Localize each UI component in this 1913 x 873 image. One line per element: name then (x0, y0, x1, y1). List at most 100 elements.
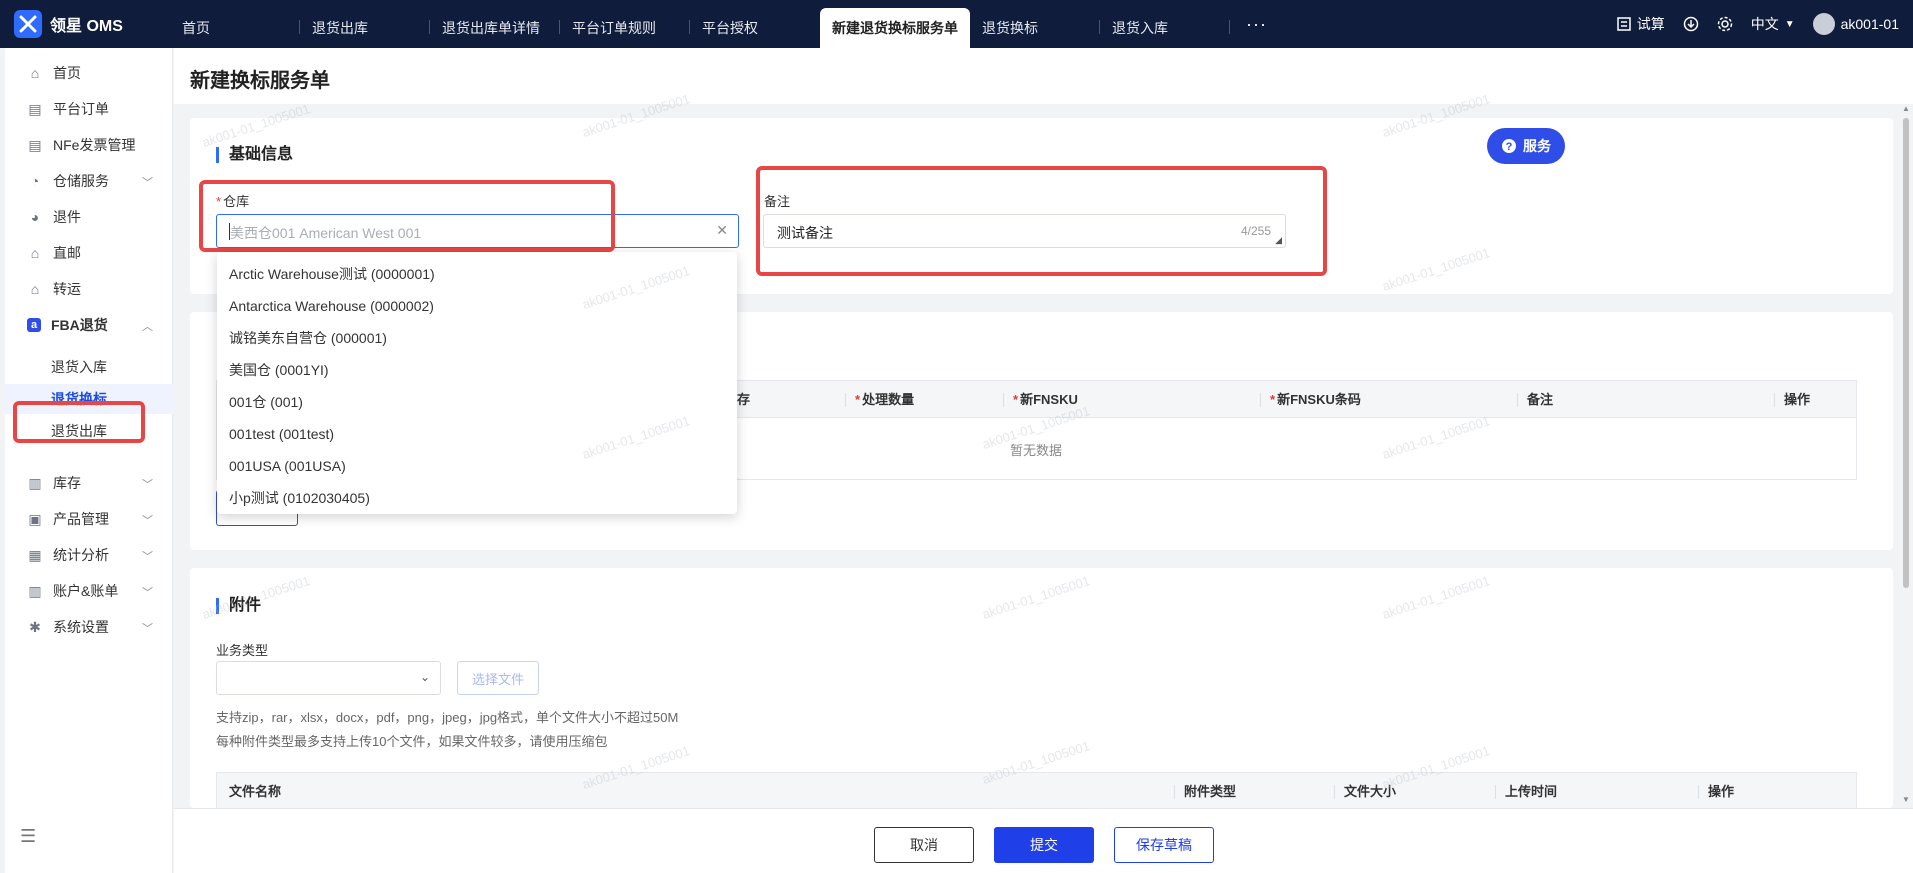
col-upload-time: 上传时间 (1495, 773, 1557, 811)
sidebar-item[interactable]: ▤ NFe发票管理 (5, 128, 173, 162)
app-logo[interactable]: 领星 OMS (14, 10, 123, 38)
highlight-remark (756, 166, 1327, 276)
warehouse-dropdown: Arctic Warehouse测试 (0000001) Antarctica W… (217, 252, 737, 514)
page-scrollbar[interactable]: ▲ ▼ (1902, 104, 1910, 804)
sidebar-item[interactable]: ▣ 产品管理 ﹀ (5, 502, 173, 536)
service-button[interactable]: ? 服务 (1487, 128, 1565, 164)
sidebar-item[interactable]: ⌂ 首页 (5, 56, 173, 90)
basic-info-title: 基础信息 (216, 147, 293, 163)
sidebar-item[interactable]: ⌂ 直邮 (5, 236, 173, 270)
svg-text:?: ? (1506, 141, 1513, 153)
sidebar-item-label: 退件 (53, 209, 81, 225)
warehouse-option[interactable]: 001USA (001USA) (217, 450, 737, 482)
sidebar-item-label: 仓储服务 (53, 173, 109, 189)
tab-label: 退货换标 (982, 20, 1038, 36)
warehouse-option[interactable]: 001test (001test) (217, 418, 737, 450)
sidebar-item-label: FBA退货 (51, 317, 108, 333)
chevron-down-icon: ﹀ (142, 479, 153, 491)
calculator-icon (1616, 17, 1631, 31)
save-draft-button[interactable]: 保存草稿 (1114, 827, 1214, 863)
transfer-icon: ⌂ (30, 281, 40, 297)
sidebar-item[interactable]: ◕ 退件 (5, 200, 173, 234)
warehouse-option[interactable]: Antarctica Warehouse (0000002) (217, 290, 737, 322)
return-icon: ◕ (30, 209, 40, 225)
warehouse-icon: ◔ (30, 173, 40, 189)
user-menu[interactable]: ak001-01 (1812, 13, 1899, 35)
tab-item[interactable]: 平台授权 (690, 0, 820, 48)
settings-button[interactable] (1717, 16, 1733, 32)
warehouse-option[interactable]: 小p测试 (0102030405) (217, 482, 737, 514)
caret-down-icon: ▼ (1784, 18, 1795, 30)
scroll-up-icon[interactable]: ▲ (1902, 104, 1910, 113)
col-attachment-type: 附件类型 (1174, 773, 1236, 811)
tab-label: 退货入库 (1112, 20, 1168, 36)
home-icon: ⌂ (30, 65, 40, 81)
sidebar-item[interactable]: ▤ 平台订单 (5, 92, 173, 126)
sidebar-item[interactable]: ▥ 账户&账单 ﹀ (5, 574, 173, 608)
tab-item[interactable]: 退货出库单详情 (430, 0, 560, 48)
collapse-menu-icon[interactable]: ☰ (20, 826, 36, 847)
chevron-down-icon: ﹀ (142, 623, 153, 635)
clear-icon[interactable]: ✕ (716, 222, 728, 239)
warehouse-option[interactable]: Arctic Warehouse测试 (0000001) (217, 258, 737, 290)
warehouse-option[interactable]: 001仓 (001) (217, 386, 737, 418)
col-stock: 存 (737, 392, 751, 407)
sidebar-item[interactable]: ◔ 仓储服务 ﹀ (5, 164, 173, 198)
tab-item[interactable]: 首页 (170, 0, 300, 48)
order-icon: ▤ (28, 100, 42, 117)
col-action: 操作 (1774, 381, 1810, 419)
trial-calc-label: 试算 (1636, 16, 1665, 32)
tab-item[interactable]: 退货入库 (1100, 0, 1230, 48)
sidebar-item-label: 直邮 (53, 245, 81, 261)
attachments-table-header: 文件名称 附件类型 文件大小 上传时间 操作 (216, 772, 1857, 810)
more-tabs-button[interactable]: ··· (1230, 0, 1283, 48)
trial-calc-button[interactable]: 试算 (1616, 14, 1665, 34)
submit-button[interactable]: 提交 (994, 827, 1094, 863)
business-type-select[interactable]: ⌄ (216, 661, 441, 695)
sidebar-item[interactable]: ▥ 库存 ﹀ (5, 466, 173, 500)
chart-icon: ▦ (28, 546, 42, 563)
sidebar-item[interactable]: a FBA退货 ︿ (5, 308, 173, 342)
scroll-down-icon[interactable]: ▼ (1902, 795, 1910, 804)
download-icon (1683, 16, 1698, 32)
chevron-down-icon: ﹀ (142, 551, 153, 563)
tab-item[interactable]: 平台订单规则 (560, 0, 690, 48)
tab-label: 平台授权 (702, 20, 758, 36)
tab-item[interactable]: 退货出库 (300, 0, 430, 48)
col-attachment-action: 操作 (1698, 773, 1734, 811)
col-remark: 备注 (1517, 381, 1553, 419)
gear-icon (1717, 16, 1732, 32)
page-title: 新建换标服务单 (190, 70, 330, 92)
top-navigation-bar: 领星 OMS 首页 退货出库 退货出库单详情 平台订单规则 平台授权 新建退货换标服务单 退… (0, 0, 1913, 48)
sidebar-item-label: NFe发票管理 (53, 137, 136, 153)
sidebar: ⌂ 首页 ▤ 平台订单 ▤ NFe发票管理 ◔ 仓储服务 ﹀ ◕ 退件 ⌂ 直邮 ⌂ 转运 a FBA退货 ︿ ▥ 库… (5, 48, 173, 873)
page-header (174, 48, 1913, 104)
sidebar-subitem[interactable]: 退货入库 (5, 352, 173, 382)
sidebar-item-label: 统计分析 (53, 547, 109, 563)
sidebar-item-label: 系统设置 (53, 619, 109, 635)
chevron-down-icon: ﹀ (142, 177, 153, 189)
choose-file-button[interactable]: 选择文件 (457, 661, 539, 695)
sidebar-item[interactable]: ▦ 统计分析 ﹀ (5, 538, 173, 572)
language-switch[interactable]: 中文 ▼ (1751, 14, 1795, 34)
account-icon: ▥ (28, 582, 42, 599)
tab-item[interactable]: 退货换标 (970, 0, 1100, 48)
tab-label: 退货出库 (312, 20, 368, 36)
sidebar-item[interactable]: ✱ 系统设置 ﹀ (5, 610, 173, 644)
scrollbar-thumb[interactable] (1903, 118, 1909, 588)
tab-label: 退货出库单详情 (442, 20, 540, 36)
tab-label: 首页 (182, 20, 210, 36)
col-new-fnsku-barcode: * 新FNSKU条码 (1260, 381, 1361, 419)
warehouse-option[interactable]: 美国仓 (0001YI) (217, 354, 737, 386)
amazon-icon: a (27, 318, 41, 332)
question-circle-icon: ? (1502, 139, 1516, 153)
tab-item[interactable]: 新建退货换标服务单 (820, 8, 970, 48)
cancel-button[interactable]: 取消 (874, 827, 974, 863)
product-icon: ▣ (28, 510, 42, 527)
sidebar-item[interactable]: ⌂ 转运 (5, 272, 173, 306)
col-process-qty: * 处理数量 (845, 381, 914, 419)
col-new-fnsku: * 新FNSKU (1003, 381, 1078, 419)
warehouse-option[interactable]: 诚铭美东自营仓 (000001) (217, 322, 737, 354)
download-button[interactable] (1683, 16, 1699, 32)
sidebar-item-label: 平台订单 (53, 101, 109, 117)
